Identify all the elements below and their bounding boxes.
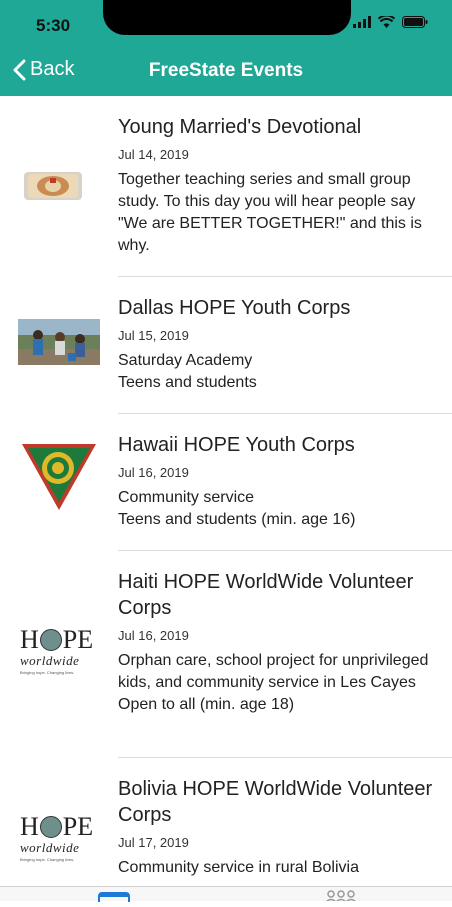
event-description: Together teaching series and small group… xyxy=(118,171,422,254)
event-row[interactable]: Dallas HOPE Youth Corps Jul 15, 2019 Sat… xyxy=(0,277,452,413)
event-thumbnail xyxy=(18,166,100,206)
event-date: Jul 14, 2019 xyxy=(118,147,189,162)
event-title: Haiti HOPE WorldWide Volunteer Corps xyxy=(118,571,414,619)
hope-worldwide-logo: H PE worldwide Bringing hope. Changing l… xyxy=(20,812,102,867)
event-text: Bolivia HOPE WorldWide Volunteer Corps J… xyxy=(118,776,438,879)
event-title: Dallas HOPE Youth Corps xyxy=(118,297,351,319)
logo-text-pe: PE xyxy=(62,812,94,841)
events-list: Young Married's Devotional Jul 14, 2019 … xyxy=(0,96,452,886)
page-title: FreeState Events xyxy=(148,60,304,81)
battery-icon xyxy=(402,16,428,28)
logo-subtitle: worldwide xyxy=(20,653,80,668)
event-title: Hawaii HOPE Youth Corps xyxy=(118,434,355,456)
event-description: Community service in rural Bolivia xyxy=(118,859,359,876)
event-description: Community service Teens and students (mi… xyxy=(118,489,356,528)
tab-people[interactable] xyxy=(324,888,358,903)
globe-icon xyxy=(39,816,62,838)
event-title: Young Married's Devotional xyxy=(118,116,362,138)
event-row[interactable]: Young Married's Devotional Jul 14, 2019 … xyxy=(0,96,452,276)
logo-text-h: H xyxy=(20,625,39,654)
event-text: Young Married's Devotional Jul 14, 2019 … xyxy=(118,114,438,257)
event-date: Jul 16, 2019 xyxy=(118,465,189,480)
tab-bar xyxy=(0,886,452,906)
status-time: 5:30 xyxy=(36,16,71,35)
event-date: Jul 17, 2019 xyxy=(118,835,189,850)
wifi-icon xyxy=(378,16,395,28)
event-row[interactable]: H PE worldwide Bringing hope. Changing l… xyxy=(0,551,452,757)
logo-subtitle: worldwide xyxy=(20,840,80,855)
event-text: Haiti HOPE WorldWide Volunteer Corps Jul… xyxy=(118,569,438,716)
event-row[interactable]: H PE worldwide Bringing hope. Changing l… xyxy=(0,758,452,886)
event-text: Dallas HOPE Youth Corps Jul 15, 2019 Sat… xyxy=(118,295,438,394)
logo-text-h: H xyxy=(20,812,39,841)
event-thumbnail xyxy=(18,440,100,512)
people-icon xyxy=(325,890,357,903)
event-row[interactable]: Hawaii HOPE Youth Corps Jul 16, 2019 Com… xyxy=(0,414,452,550)
tab-events[interactable] xyxy=(98,889,130,906)
event-date: Jul 16, 2019 xyxy=(118,628,189,643)
device-notch xyxy=(103,0,351,35)
event-title: Bolivia HOPE WorldWide Volunteer Corps xyxy=(118,778,433,826)
status-icons xyxy=(353,16,428,28)
event-description: Saturday Academy Teens and students xyxy=(118,352,257,391)
event-thumbnail xyxy=(18,319,100,365)
hope-worldwide-logo: H PE worldwide Bringing hope. Changing l… xyxy=(20,625,102,680)
nav-bar: 5:30 Back FreeState Events xyxy=(0,0,452,96)
signal-icon xyxy=(353,16,371,28)
logo-tagline: Bringing hope. Changing lives. xyxy=(20,670,75,675)
event-text: Hawaii HOPE Youth Corps Jul 16, 2019 Com… xyxy=(118,432,438,531)
calendar-icon xyxy=(98,892,130,906)
logo-tagline: Bringing hope. Changing lives. xyxy=(20,857,75,862)
logo-text-pe: PE xyxy=(62,625,94,654)
globe-icon xyxy=(39,629,62,651)
event-description: Orphan care, school project for unprivil… xyxy=(118,652,429,713)
event-date: Jul 15, 2019 xyxy=(118,328,189,343)
